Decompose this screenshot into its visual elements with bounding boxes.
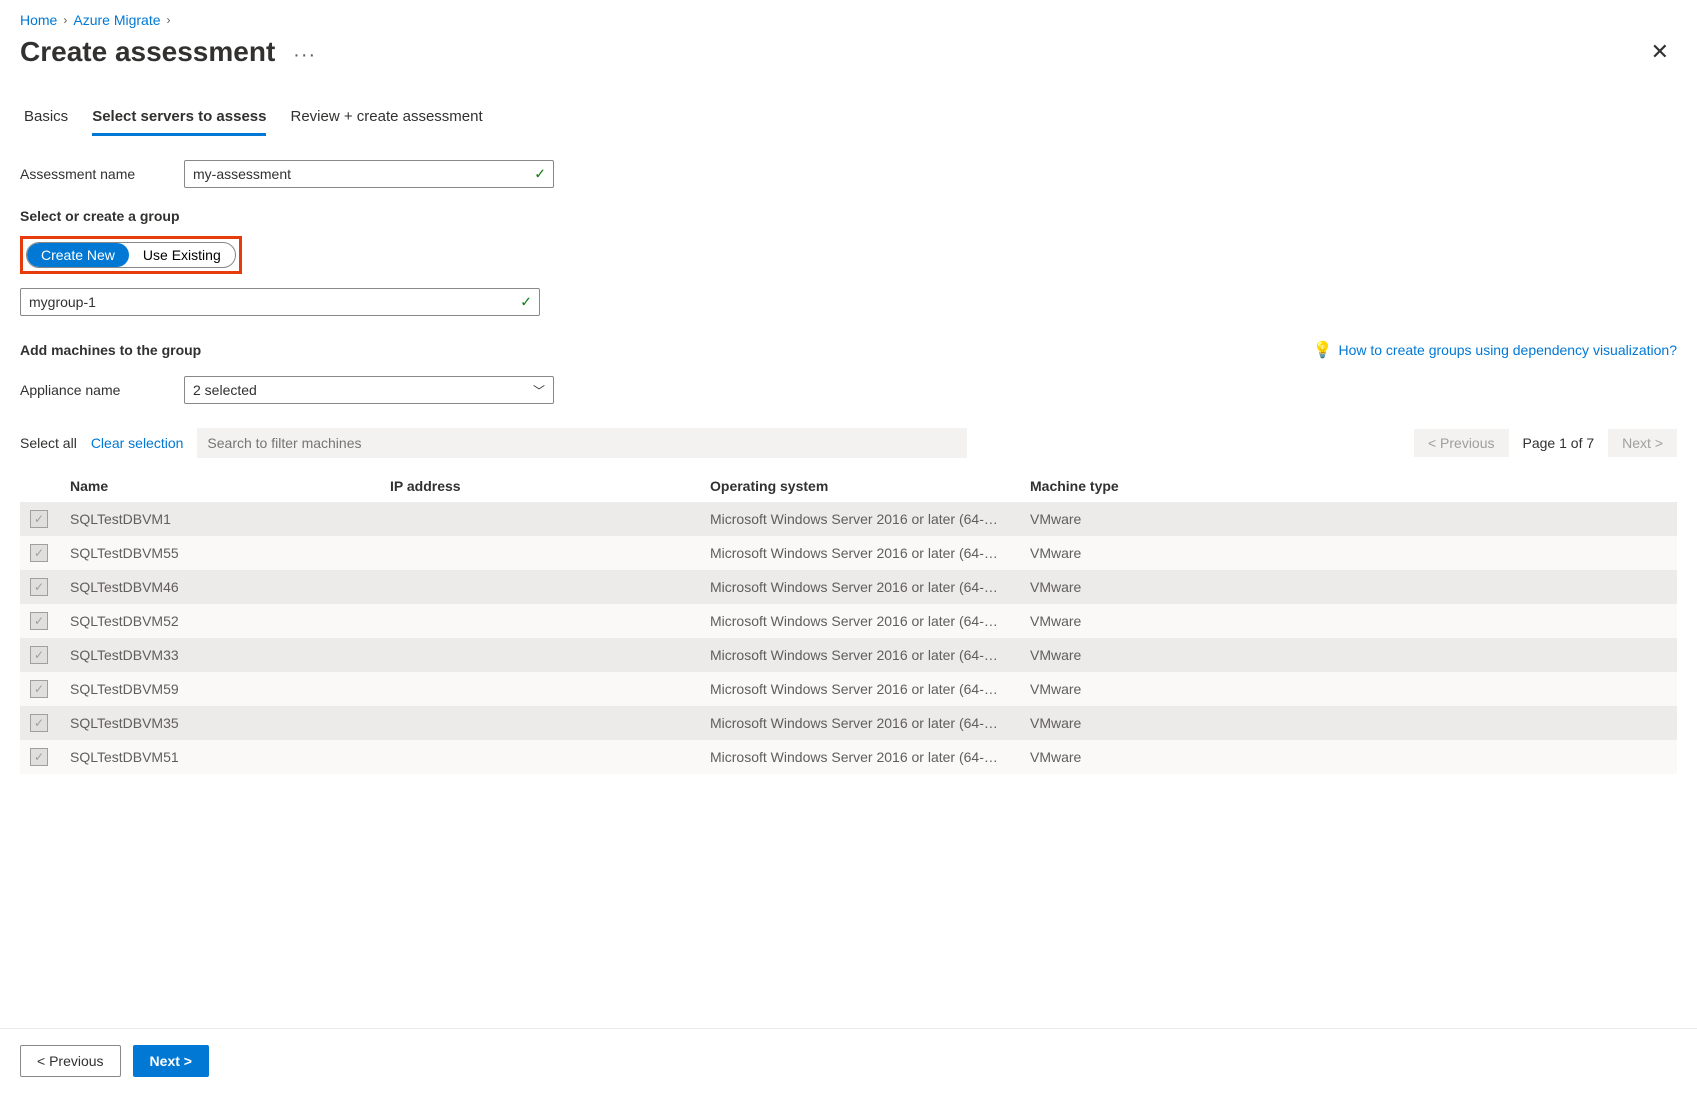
cell-name: SQLTestDBVM35 [60, 706, 380, 740]
group-section-title: Select or create a group [20, 208, 1677, 224]
col-os-header[interactable]: Operating system [700, 470, 1020, 502]
cell-name: SQLTestDBVM46 [60, 570, 380, 604]
cell-ip [380, 604, 700, 638]
cell-type: VMware [1020, 570, 1677, 604]
cell-type: VMware [1020, 672, 1677, 706]
group-mode-toggle: Create New Use Existing [26, 242, 236, 268]
table-row[interactable]: ✓ SQLTestDBVM52 Microsoft Windows Server 2… [20, 604, 1677, 638]
group-name-input[interactable] [20, 288, 540, 316]
chevron-right-icon: › [63, 13, 67, 27]
cell-name: SQLTestDBVM1 [60, 502, 380, 536]
col-ip-header[interactable]: IP address [380, 470, 700, 502]
cell-ip [380, 502, 700, 536]
breadcrumb: Home › Azure Migrate › [20, 12, 1677, 28]
table-row[interactable]: ✓ SQLTestDBVM59 Microsoft Windows Server 2… [20, 672, 1677, 706]
wizard-tabs: Basics Select servers to assess Review +… [20, 108, 1677, 136]
cell-name: SQLTestDBVM52 [60, 604, 380, 638]
cell-os: Microsoft Windows Server 2016 or later (… [700, 740, 1020, 774]
table-row[interactable]: ✓ SQLTestDBVM51 Microsoft Windows Server 2… [20, 740, 1677, 774]
tab-basics[interactable]: Basics [24, 108, 68, 136]
clear-selection-link[interactable]: Clear selection [91, 435, 184, 451]
create-new-button[interactable]: Create New [27, 243, 129, 267]
table-row[interactable]: ✓ SQLTestDBVM33 Microsoft Windows Server 2… [20, 638, 1677, 672]
cell-os: Microsoft Windows Server 2016 or later (… [700, 706, 1020, 740]
col-type-header[interactable]: Machine type [1020, 470, 1677, 502]
cell-ip [380, 706, 700, 740]
wizard-footer: < Previous Next > [0, 1028, 1697, 1093]
table-row[interactable]: ✓ SQLTestDBVM35 Microsoft Windows Server 2… [20, 706, 1677, 740]
row-checkbox[interactable]: ✓ [30, 612, 48, 630]
assessment-name-input[interactable] [184, 160, 554, 188]
cell-type: VMware [1020, 536, 1677, 570]
cell-os: Microsoft Windows Server 2016 or later (… [700, 672, 1020, 706]
breadcrumb-azure-migrate[interactable]: Azure Migrate [73, 12, 160, 28]
select-all-link[interactable]: Select all [20, 435, 77, 451]
appliance-name-dropdown[interactable]: 2 selected ﹀ [184, 376, 554, 404]
create-new-highlight: Create New Use Existing [20, 236, 242, 274]
breadcrumb-home[interactable]: Home [20, 12, 57, 28]
cell-os: Microsoft Windows Server 2016 or later (… [700, 604, 1020, 638]
page-indicator: Page 1 of 7 [1523, 435, 1595, 451]
col-name-header[interactable]: Name [60, 470, 380, 502]
title-row: Create assessment ··· ✕ [20, 36, 1677, 68]
dependency-visualization-link[interactable]: How to create groups using dependency vi… [1338, 342, 1677, 358]
chevron-down-icon: ﹀ [533, 382, 545, 399]
machines-table: Name IP address Operating system Machine… [20, 470, 1677, 774]
cell-name: SQLTestDBVM51 [60, 740, 380, 774]
cell-ip [380, 740, 700, 774]
appliance-name-label: Appliance name [20, 382, 160, 398]
add-machines-title: Add machines to the group [20, 342, 201, 358]
tab-select-servers[interactable]: Select servers to assess [92, 108, 266, 136]
appliance-name-value: 2 selected [193, 382, 257, 398]
use-existing-button[interactable]: Use Existing [129, 243, 235, 267]
chevron-right-icon: › [167, 13, 171, 27]
footer-next-button[interactable]: Next > [133, 1045, 209, 1077]
row-checkbox[interactable]: ✓ [30, 510, 48, 528]
cell-type: VMware [1020, 604, 1677, 638]
cell-type: VMware [1020, 502, 1677, 536]
machine-search-input[interactable] [197, 428, 967, 458]
cell-ip [380, 536, 700, 570]
more-actions-icon[interactable]: ··· [293, 44, 316, 66]
cell-name: SQLTestDBVM33 [60, 638, 380, 672]
cell-name: SQLTestDBVM59 [60, 672, 380, 706]
cell-name: SQLTestDBVM55 [60, 536, 380, 570]
table-row[interactable]: ✓ SQLTestDBVM55 Microsoft Windows Server 2… [20, 536, 1677, 570]
page-title: Create assessment [20, 36, 275, 67]
cell-ip [380, 570, 700, 604]
cell-type: VMware [1020, 706, 1677, 740]
cell-ip [380, 638, 700, 672]
footer-previous-button[interactable]: < Previous [20, 1045, 121, 1077]
cell-os: Microsoft Windows Server 2016 or later (… [700, 570, 1020, 604]
lightbulb-icon: 💡 [1313, 340, 1333, 360]
assessment-name-label: Assessment name [20, 166, 160, 182]
row-checkbox[interactable]: ✓ [30, 714, 48, 732]
row-checkbox[interactable]: ✓ [30, 680, 48, 698]
row-checkbox[interactable]: ✓ [30, 748, 48, 766]
list-next-button[interactable]: Next > [1608, 429, 1677, 457]
table-row[interactable]: ✓ SQLTestDBVM1 Microsoft Windows Server 20… [20, 502, 1677, 536]
list-previous-button[interactable]: < Previous [1414, 429, 1509, 457]
cell-os: Microsoft Windows Server 2016 or later (… [700, 536, 1020, 570]
cell-os: Microsoft Windows Server 2016 or later (… [700, 502, 1020, 536]
table-row[interactable]: ✓ SQLTestDBVM46 Microsoft Windows Server 2… [20, 570, 1677, 604]
cell-type: VMware [1020, 740, 1677, 774]
row-checkbox[interactable]: ✓ [30, 544, 48, 562]
row-checkbox[interactable]: ✓ [30, 578, 48, 596]
row-checkbox[interactable]: ✓ [30, 646, 48, 664]
tab-review-create[interactable]: Review + create assessment [290, 108, 482, 136]
cell-ip [380, 672, 700, 706]
cell-type: VMware [1020, 638, 1677, 672]
cell-os: Microsoft Windows Server 2016 or later (… [700, 638, 1020, 672]
close-icon[interactable]: ✕ [1643, 37, 1677, 67]
